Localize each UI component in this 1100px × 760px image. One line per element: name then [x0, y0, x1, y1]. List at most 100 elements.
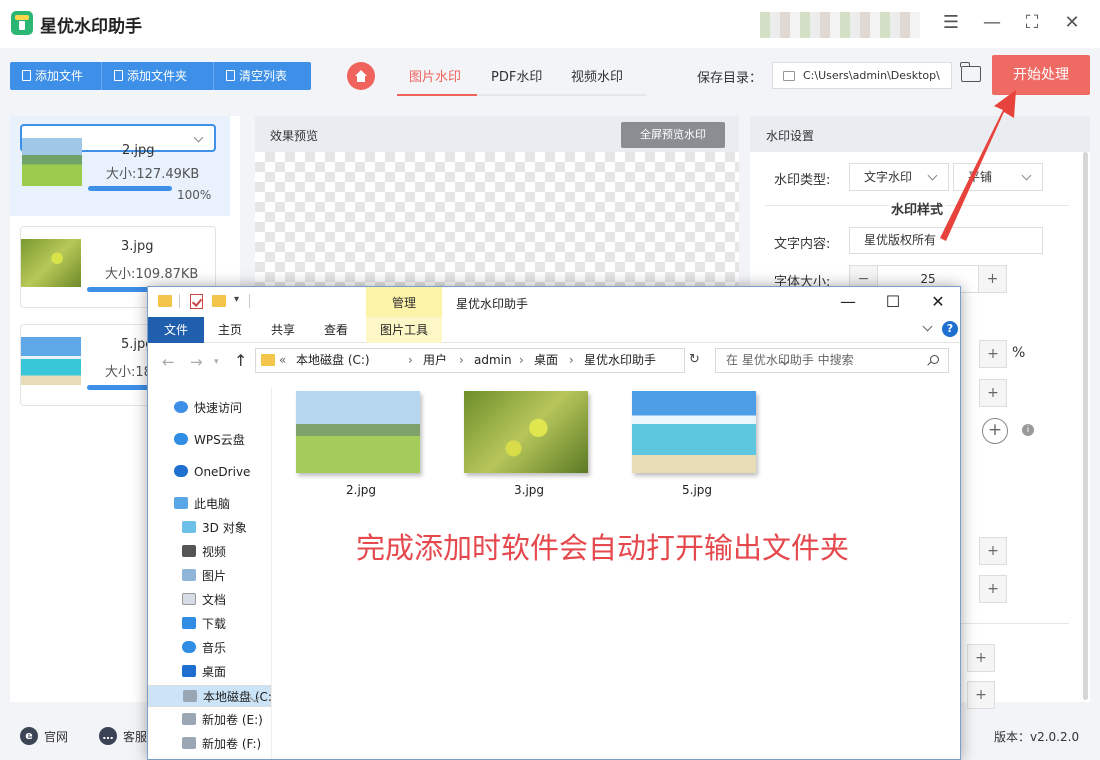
breadcrumb-item[interactable]: 桌面 [534, 349, 558, 372]
address-bar[interactable]: « 本地磁盘 (C:) › 用户 › admin › 桌面 › 星优水印助手 [255, 348, 790, 373]
increment-button[interactable]: + [967, 644, 995, 672]
percent-unit: % [1012, 345, 1026, 361]
website-link[interactable]: 官网 [44, 728, 68, 745]
file-name: 3.jpg [121, 239, 154, 254]
files-area: 2.jpg 3.jpg 5.jpg 完成添加时软件会自动打开输出文件夹 [272, 387, 960, 759]
nav-3d-objects[interactable]: 3D 对象 [182, 517, 247, 539]
nav-volume-e[interactable]: 新加卷 (E:) [182, 709, 263, 731]
increment-button[interactable]: + [979, 340, 1007, 368]
website-icon[interactable]: e [20, 727, 38, 745]
explorer-title-bar: ▾ 管理 星优水印助手 — ☐ ✕ [148, 287, 960, 317]
new-folder-icon[interactable] [212, 295, 226, 307]
address-row: ← → ▾ ↑ « 本地磁盘 (C:) › 用户 › admin › 桌面 › … [148, 345, 960, 377]
progress-percent: 100% [177, 188, 212, 202]
nav-volume-f[interactable]: 新加卷 (F:) [182, 733, 261, 755]
tab-view[interactable]: 查看 [324, 317, 348, 343]
breadcrumb-item[interactable]: 本地磁盘 (C:) [296, 349, 370, 372]
annotation-note: 完成添加时软件会自动打开输出文件夹 [356, 531, 850, 565]
increment-button[interactable]: + [979, 537, 1007, 565]
divider [249, 294, 250, 308]
nav-documents[interactable]: 文档 [182, 589, 226, 611]
service-link[interactable]: 客服 [123, 728, 147, 745]
image-file-thumbnail[interactable] [464, 391, 588, 473]
cube-icon [182, 521, 196, 533]
back-arrow-icon[interactable]: ← [162, 353, 175, 371]
image-file-thumbnail[interactable] [632, 391, 756, 473]
maximize-icon[interactable]: ☐ [881, 291, 905, 313]
tab-active-indicator [397, 94, 477, 96]
refresh-icon[interactable]: ↻ [689, 352, 700, 367]
add-file-button[interactable]: 添加文件 [10, 62, 102, 90]
home-icon[interactable] [347, 62, 375, 90]
nav-onedrive[interactable]: OneDrive [174, 461, 250, 483]
image-file-name[interactable]: 3.jpg [514, 483, 544, 497]
increment-button[interactable]: + [978, 266, 1006, 292]
breadcrumb-overflow-icon[interactable]: « [279, 349, 286, 372]
drive-icon [183, 690, 197, 702]
up-arrow-icon[interactable]: ↑ [234, 351, 247, 370]
minimize-icon[interactable]: — [836, 291, 860, 313]
manage-tab[interactable]: 管理 [366, 287, 442, 317]
browse-folder-icon[interactable] [960, 62, 981, 82]
breadcrumb-item[interactable]: 用户 [423, 349, 447, 372]
nav-desktop[interactable]: 桌面 [182, 661, 226, 683]
increment-button[interactable]: + [979, 575, 1007, 603]
expand-ribbon-icon[interactable] [922, 321, 933, 332]
drive-icon [182, 713, 196, 725]
font-size-value: 25 [920, 272, 936, 286]
image-file-name[interactable]: 2.jpg [346, 483, 376, 497]
nav-videos[interactable]: 视频 [182, 541, 226, 563]
recent-dropdown-icon[interactable]: ▾ [214, 357, 219, 367]
increment-button[interactable]: + [967, 681, 995, 709]
breadcrumb-item[interactable]: 星优水印助手 [584, 349, 656, 372]
forward-arrow-icon[interactable]: → [190, 353, 203, 371]
settings-sliders-icon[interactable]: ☰ [940, 12, 962, 34]
breadcrumb-separator-icon: › [408, 353, 413, 367]
add-circle-icon[interactable]: + [982, 418, 1008, 444]
add-folder-button[interactable]: 添加文件夹 [102, 62, 214, 90]
properties-icon[interactable] [190, 294, 203, 309]
nav-local-disk-c[interactable]: 本地磁盘 (C: [148, 685, 272, 707]
minimize-icon[interactable]: — [981, 12, 1003, 34]
search-input[interactable]: 在 星优水印助手 中搜索 [715, 348, 949, 373]
desktop-icon [182, 665, 196, 677]
info-icon[interactable]: i [1022, 424, 1034, 436]
help-icon[interactable]: ? [942, 321, 958, 337]
close-icon[interactable]: ✕ [926, 291, 950, 313]
tab-video-watermark[interactable]: 视频水印 [571, 66, 623, 85]
nav-wps-cloud[interactable]: WPS云盘 [174, 429, 245, 451]
nav-this-pc[interactable]: 此电脑 [174, 493, 230, 515]
tab-pdf-watermark[interactable]: PDF水印 [491, 66, 542, 85]
nav-pictures[interactable]: 图片 [182, 565, 226, 587]
breadcrumb-item[interactable]: admin [474, 349, 512, 372]
increment-button[interactable]: + [979, 379, 1007, 407]
document-icon [182, 593, 196, 605]
image-file-name[interactable]: 5.jpg [682, 483, 712, 497]
tab-file[interactable]: 文件 [148, 317, 204, 343]
divider [179, 294, 180, 308]
file-card[interactable]: 2.jpg 大小:127.49KB 100% [20, 124, 216, 202]
fullscreen-preview-button[interactable]: 全屏预览水印 [621, 122, 725, 148]
nav-downloads[interactable]: 下载 [182, 613, 226, 635]
close-icon[interactable]: ✕ [1061, 12, 1083, 34]
file-thumbnail [21, 239, 81, 287]
tab-image-watermark[interactable]: 图片水印 [409, 66, 461, 85]
download-icon [182, 617, 196, 629]
tab-picture-tools[interactable]: 图片工具 [366, 317, 442, 343]
chat-icon[interactable]: … [99, 727, 117, 745]
ribbon-tabs: 文件 主页 共享 查看 图片工具 ? [148, 317, 960, 343]
tab-home[interactable]: 主页 [218, 317, 242, 343]
clear-list-button[interactable]: 清空列表 [214, 62, 311, 90]
tab-share[interactable]: 共享 [271, 317, 295, 343]
maximize-icon[interactable]: ⛶ [1021, 12, 1043, 34]
title-bar: 星优水印助手 ☰ — ⛶ ✕ [0, 0, 1100, 48]
user-avatar[interactable] [760, 12, 920, 38]
nav-music[interactable]: 音乐 [182, 637, 226, 659]
save-dir-input[interactable]: C:\Users\admin\Desktop\ [772, 62, 952, 89]
settings-scrollbar[interactable] [1083, 152, 1088, 700]
nav-quick-access[interactable]: 快速访问 [174, 397, 242, 419]
quick-access-dropdown-icon[interactable]: ▾ [234, 294, 239, 305]
image-file-thumbnail[interactable] [296, 391, 420, 473]
folder-small-icon [114, 70, 123, 81]
search-icon[interactable] [930, 355, 939, 364]
